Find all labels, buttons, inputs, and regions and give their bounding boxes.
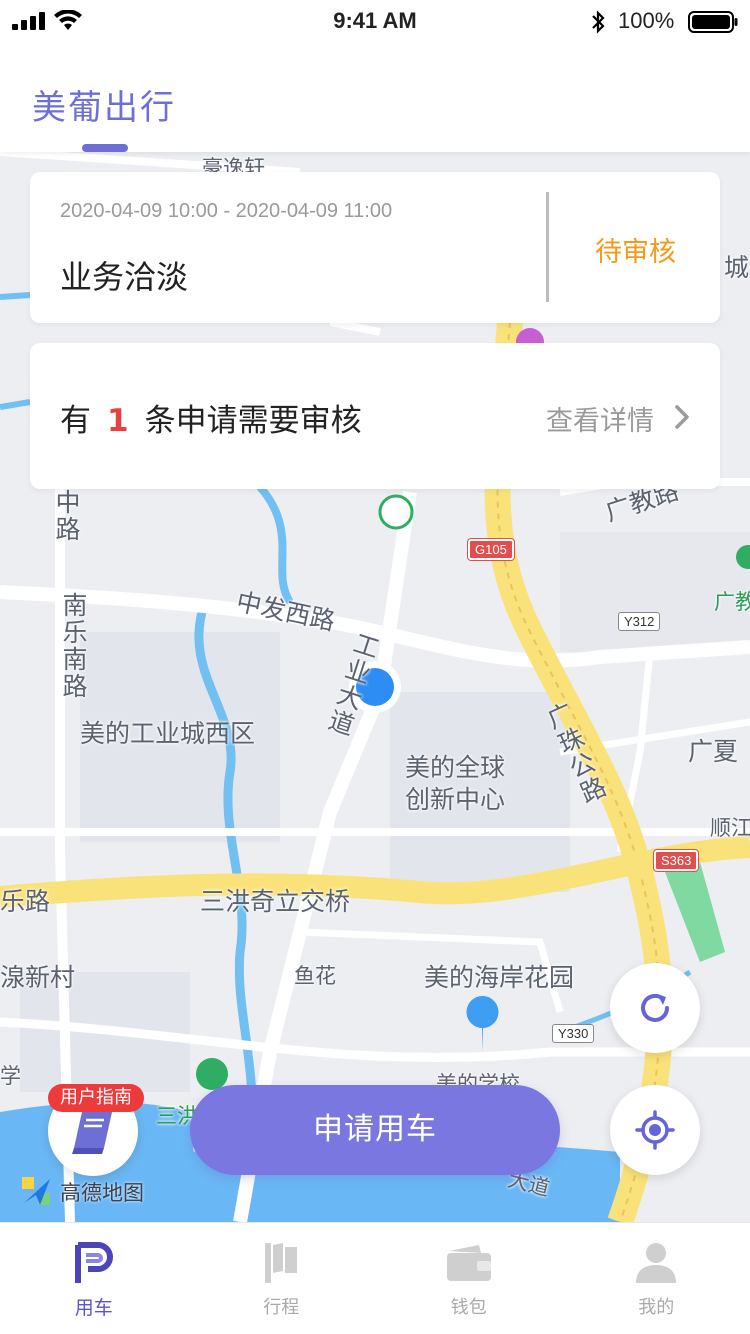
view-details-link[interactable]: 查看详情 [546,399,654,438]
locate-button[interactable] [610,1085,700,1175]
tab-label: 行程 [263,1297,300,1318]
page-title: 美葡出行 [32,88,176,128]
book-icon [72,1112,112,1154]
crosshair-icon [635,1110,675,1150]
app-header: 美葡出行 [0,44,750,152]
amap-logo: 高德地图 [20,1175,144,1209]
map-label: 乐路 [0,887,51,916]
road-shield: S363 [654,850,699,871]
tab-use-car[interactable]: 用车 [0,1223,188,1334]
flag-icon [265,1243,298,1283]
trip-card[interactable]: 2020-04-09 10:00 - 2020-04-09 11:00 业务洽淡… [30,172,720,323]
map-label: 广夏 [688,737,739,766]
refresh-button[interactable] [610,963,700,1053]
car-p-icon [74,1242,113,1283]
status-badge: 待审核 [595,237,676,268]
map-label: 城 [724,253,750,282]
map-label: 鱼花 [294,964,336,988]
road-shield: G105 [468,539,514,560]
map-label: 顺江 [710,816,750,840]
card-divider [546,192,549,302]
chevron-right-icon [675,405,689,429]
wallet-icon [446,1245,491,1281]
tab-trips[interactable]: 行程 [188,1223,376,1334]
map-label: 湶新村 [0,963,76,992]
map-label: 美的全球 [405,753,506,782]
person-icon [636,1243,677,1283]
refresh-icon [641,993,669,1022]
map-label: 美的工业城西区 [80,719,256,748]
map-label: 南乐南路 [59,592,88,700]
map-label: 三洪奇立交桥 [200,887,351,916]
tab-mine[interactable]: 我的 [563,1223,750,1334]
battery-icon [688,11,738,33]
tab-bar: 用车 行程 钱包 我的 [0,1222,750,1334]
tab-wallet[interactable]: 钱包 [375,1223,563,1334]
apply-car-button[interactable]: 申请用车 [190,1085,560,1175]
pending-count: 1 [107,403,129,439]
trip-time-range: 2020-04-09 10:00 - 2020-04-09 11:00 [60,200,393,222]
tab-label: 我的 [638,1297,675,1318]
road-shield: Y312 [618,612,661,631]
notice-suffix: 条申请需要审核 [144,403,362,439]
pending-approval-text: 有 1 条申请需要审核 [60,395,362,440]
map-label: 广教 [714,590,750,614]
amap-logo-icon [22,1177,50,1205]
pending-approval-card[interactable]: 有 1 条申请需要审核 查看详情 [30,343,720,489]
battery-percent: 100% [618,8,675,33]
title-underline [82,144,128,152]
bluetooth-icon [592,10,605,34]
tab-label: 用车 [74,1297,113,1319]
amap-brand-text: 高德地图 [60,1181,144,1205]
map-label: 学 [0,1064,21,1088]
road-shield: Y330 [552,1024,595,1043]
notice-prefix: 有 [60,403,91,439]
tab-label: 钱包 [450,1297,487,1318]
map-label: 美的海岸花园 [424,963,575,992]
user-guide-badge[interactable]: 用户指南 [48,1084,144,1112]
status-bar: 9:41 AM 100% [0,0,750,44]
map-label: 创新中心 [405,785,506,814]
trip-purpose: 业务洽淡 [60,258,189,296]
